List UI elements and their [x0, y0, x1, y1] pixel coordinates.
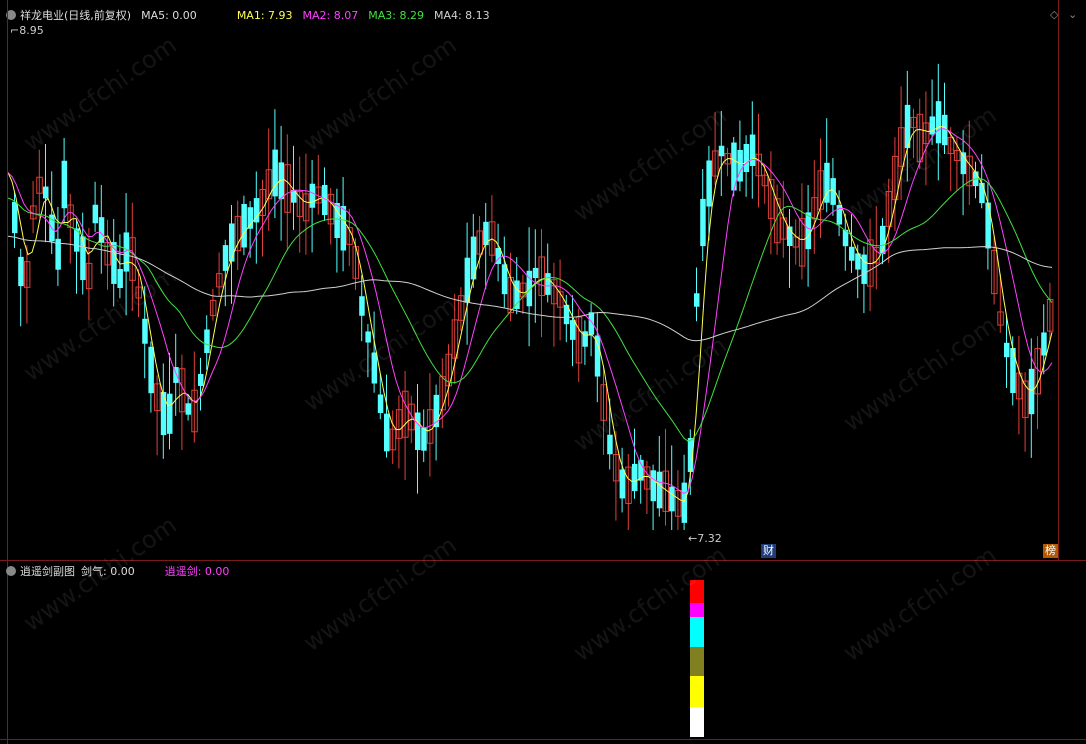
candle-body [743, 143, 750, 173]
candle-body [421, 427, 427, 451]
signal-bar-segment [690, 580, 704, 603]
candle-body [619, 469, 626, 499]
jianqi-readout: 剑气: 0.00 [81, 565, 135, 578]
signal-bar-segment [690, 707, 704, 737]
candlestick-chart[interactable] [0, 0, 1086, 560]
candle-body [18, 256, 24, 287]
ma5-readout: MA5: 0.00 [141, 9, 197, 22]
candle-body [415, 412, 421, 451]
candle-body [160, 391, 167, 436]
candle-body [229, 223, 235, 262]
candle-body [222, 245, 229, 271]
candle-body [92, 204, 99, 224]
candle-body [241, 204, 247, 248]
candle-body [117, 269, 123, 288]
right-frame-line [1058, 0, 1059, 560]
candle-body [384, 413, 390, 452]
ranking-badge[interactable]: 榜 [1043, 544, 1058, 558]
candle-body [632, 463, 638, 492]
candle-body [681, 482, 688, 523]
candle-body [570, 320, 576, 340]
candle-body [359, 296, 365, 316]
candle-body [1041, 332, 1047, 356]
main-chart-panel[interactable]: 祥龙电业(日线,前复权) MA5: 0.00 MA1: 7.93 MA2: 8.07 M… [0, 0, 1086, 560]
candle-body [514, 280, 520, 310]
indicator-bars [690, 580, 704, 737]
ma2-readout: MA2: 8.07 [302, 9, 359, 22]
finance-badge[interactable]: 财 [761, 544, 776, 558]
chevron-down-icon[interactable]: ⌄ [1068, 8, 1077, 21]
candle-body [594, 335, 601, 377]
candle-body [371, 352, 378, 384]
collapse-icon[interactable] [6, 566, 16, 576]
signal-bar-segment [690, 617, 704, 647]
candle-body [836, 204, 843, 225]
candle-body [830, 178, 836, 205]
candle-body [929, 116, 936, 135]
candle-body [61, 160, 68, 209]
candle-body [607, 434, 613, 455]
candle-body [805, 212, 812, 250]
low-price-marker: ←7.32 [688, 532, 722, 545]
candle-body [198, 374, 204, 386]
candle-body [340, 206, 347, 251]
candle-body [43, 186, 49, 199]
candle-body [185, 403, 192, 415]
candle-body [935, 101, 942, 144]
ma1-readout: MA1: 7.93 [236, 9, 293, 22]
candle-body [532, 267, 539, 279]
high-price-marker: ⌐8.95 [10, 24, 44, 37]
candle-body [979, 182, 985, 204]
main-header: 祥龙电业(日线,前复权) MA5: 0.00 MA1: 7.93 MA2: 8.07 M… [6, 7, 500, 23]
candle-body [650, 470, 657, 502]
candle-body [706, 160, 712, 207]
candle-body [1004, 342, 1010, 358]
candle-body [985, 202, 991, 249]
candle-body [501, 264, 508, 295]
xiaoyaojian-readout: 逍遥剑: 0.00 [164, 565, 230, 578]
candle-body [700, 198, 706, 247]
candle-body [1028, 368, 1035, 415]
candle-body [694, 293, 700, 307]
bottom-divider [0, 739, 1086, 740]
candle-body [545, 273, 551, 295]
candle-body [669, 486, 675, 512]
sub-indicator-panel[interactable]: 逍遥剑副图 剑气: 0.00 逍遥剑: 0.00 [0, 561, 1086, 739]
signal-bar-segment [690, 676, 704, 707]
candle-body [377, 394, 384, 413]
signal-bar-segment [690, 603, 704, 617]
candle-body [148, 346, 154, 394]
ma3-readout: MA3: 8.29 [368, 9, 424, 22]
candle-body [749, 134, 756, 166]
candle-body [849, 246, 855, 261]
indicator-title: 逍遥剑副图 [20, 565, 75, 578]
candle-body [12, 201, 18, 234]
candle-body [142, 318, 148, 344]
candle-body [167, 393, 173, 434]
stock-title: 祥龙电业(日线,前复权) [20, 9, 132, 22]
candle-body [365, 331, 371, 343]
candle-body [309, 183, 316, 208]
candle-body [204, 329, 210, 354]
candle-body [656, 471, 663, 509]
candle-body [247, 207, 254, 229]
signal-bar-segment [690, 647, 704, 676]
sub-header: 逍遥剑副图 剑气: 0.00 逍遥剑: 0.00 [6, 563, 239, 579]
candle-body [718, 145, 725, 157]
ma4-readout: MA4: 8.13 [433, 9, 490, 22]
